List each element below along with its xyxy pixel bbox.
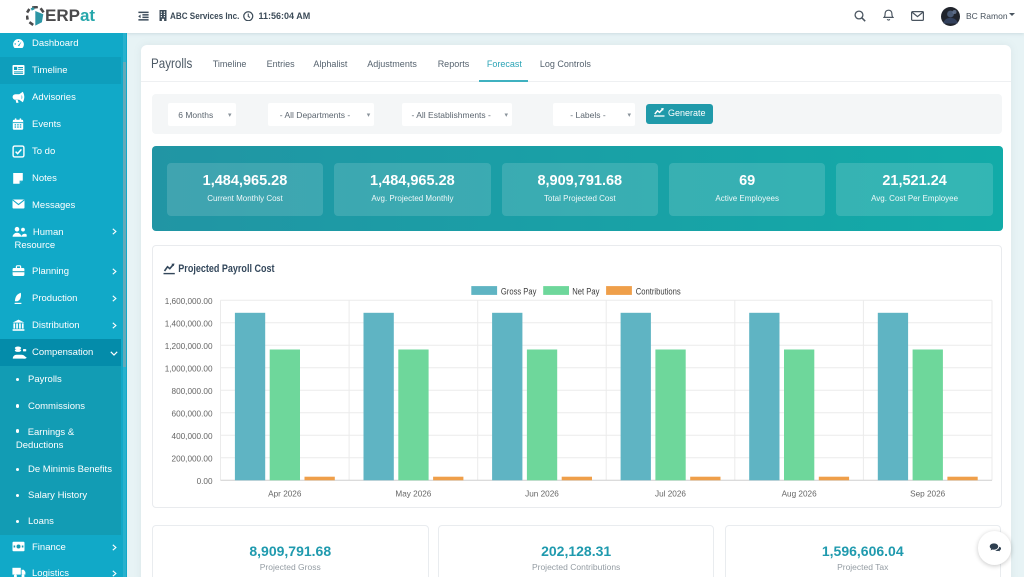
svg-text:Aug 2026: Aug 2026 <box>781 490 817 499</box>
svg-text:Jun 2026: Jun 2026 <box>525 490 559 499</box>
svg-text:0.00: 0.00 <box>196 477 212 486</box>
svg-text:600,000.00: 600,000.00 <box>171 410 212 419</box>
svg-text:Net Pay: Net Pay <box>572 287 600 297</box>
svg-text:1,600,000.00: 1,600,000.00 <box>164 297 212 306</box>
svg-text:1,000,000.00: 1,000,000.00 <box>164 365 212 374</box>
svg-text:200,000.00: 200,000.00 <box>171 455 212 464</box>
svg-text:Apr 2026: Apr 2026 <box>268 490 302 499</box>
svg-text:Contributions: Contributions <box>635 287 680 297</box>
svg-text:Gross Pay: Gross Pay <box>500 287 536 297</box>
svg-text:800,000.00: 800,000.00 <box>171 387 212 396</box>
svg-text:Projected Payroll Cost: Projected Payroll Cost <box>178 264 274 276</box>
svg-text:Sep 2026: Sep 2026 <box>910 490 946 499</box>
svg-text:Jul 2026: Jul 2026 <box>655 490 686 499</box>
svg-text:400,000.00: 400,000.00 <box>171 432 212 441</box>
svg-text:May 2026: May 2026 <box>395 490 431 499</box>
svg-text:1,200,000.00: 1,200,000.00 <box>164 342 212 351</box>
svg-text:1,400,000.00: 1,400,000.00 <box>164 320 212 329</box>
